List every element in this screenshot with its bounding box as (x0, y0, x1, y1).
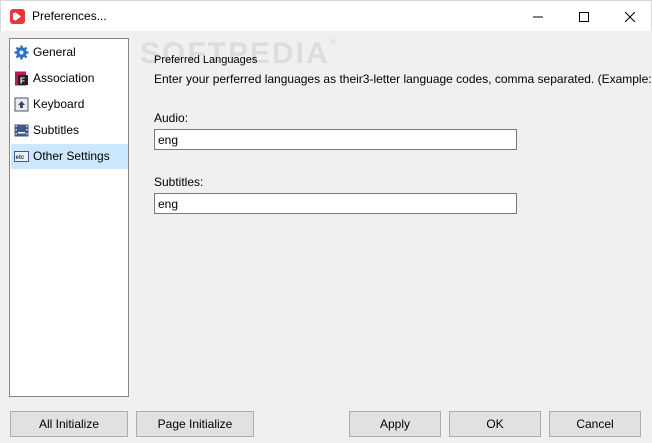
sidebar-item-keyboard[interactable]: Keyboard (11, 92, 128, 117)
preferences-sidebar: General F Association Keyboard Subtitles (9, 38, 129, 397)
cancel-button[interactable]: Cancel (549, 411, 641, 437)
subtitles-language-input[interactable] (154, 193, 517, 214)
settings-panel: Preferred Languages Enter your perferred… (130, 38, 652, 397)
window-title: Preferences... (32, 9, 107, 23)
maximize-button[interactable] (561, 1, 607, 32)
all-initialize-button[interactable]: All Initialize (10, 411, 128, 437)
ok-button[interactable]: OK (449, 411, 541, 437)
page-initialize-button[interactable]: Page Initialize (136, 411, 254, 437)
subtitles-label: Subtitles: (154, 175, 204, 189)
sidebar-item-label: General (33, 45, 76, 59)
title-bar: Preferences... (0, 0, 652, 31)
file-association-icon: F (15, 71, 28, 86)
sidebar-item-association[interactable]: F Association (11, 66, 128, 91)
sidebar-item-label: Keyboard (33, 97, 85, 111)
svg-text:etc: etc (16, 155, 25, 161)
audio-label: Audio: (154, 111, 189, 125)
sidebar-item-label: Other Settings (33, 149, 110, 163)
minimize-icon (533, 16, 543, 17)
app-logo-icon (10, 9, 25, 24)
sidebar-item-subtitles[interactable]: Subtitles (11, 118, 128, 143)
sidebar-item-general[interactable]: General (11, 40, 128, 65)
keyboard-icon (14, 97, 29, 112)
close-button[interactable] (607, 1, 652, 32)
sidebar-item-label: Subtitles (33, 123, 80, 137)
subtitles-icon (14, 124, 29, 137)
audio-language-input[interactable] (154, 129, 517, 150)
apply-button[interactable]: Apply (349, 411, 441, 437)
close-icon (625, 11, 635, 22)
sidebar-item-other-settings[interactable]: etc Other Settings (11, 144, 128, 169)
minimize-button[interactable] (515, 1, 561, 32)
etc-icon: etc (14, 151, 29, 162)
svg-text:F: F (20, 77, 25, 86)
section-description: Enter your perferred languages as their3… (154, 72, 652, 86)
gear-icon (14, 45, 29, 60)
maximize-icon (579, 11, 589, 22)
section-title: Preferred Languages (154, 54, 258, 66)
sidebar-item-label: Association (33, 71, 95, 85)
